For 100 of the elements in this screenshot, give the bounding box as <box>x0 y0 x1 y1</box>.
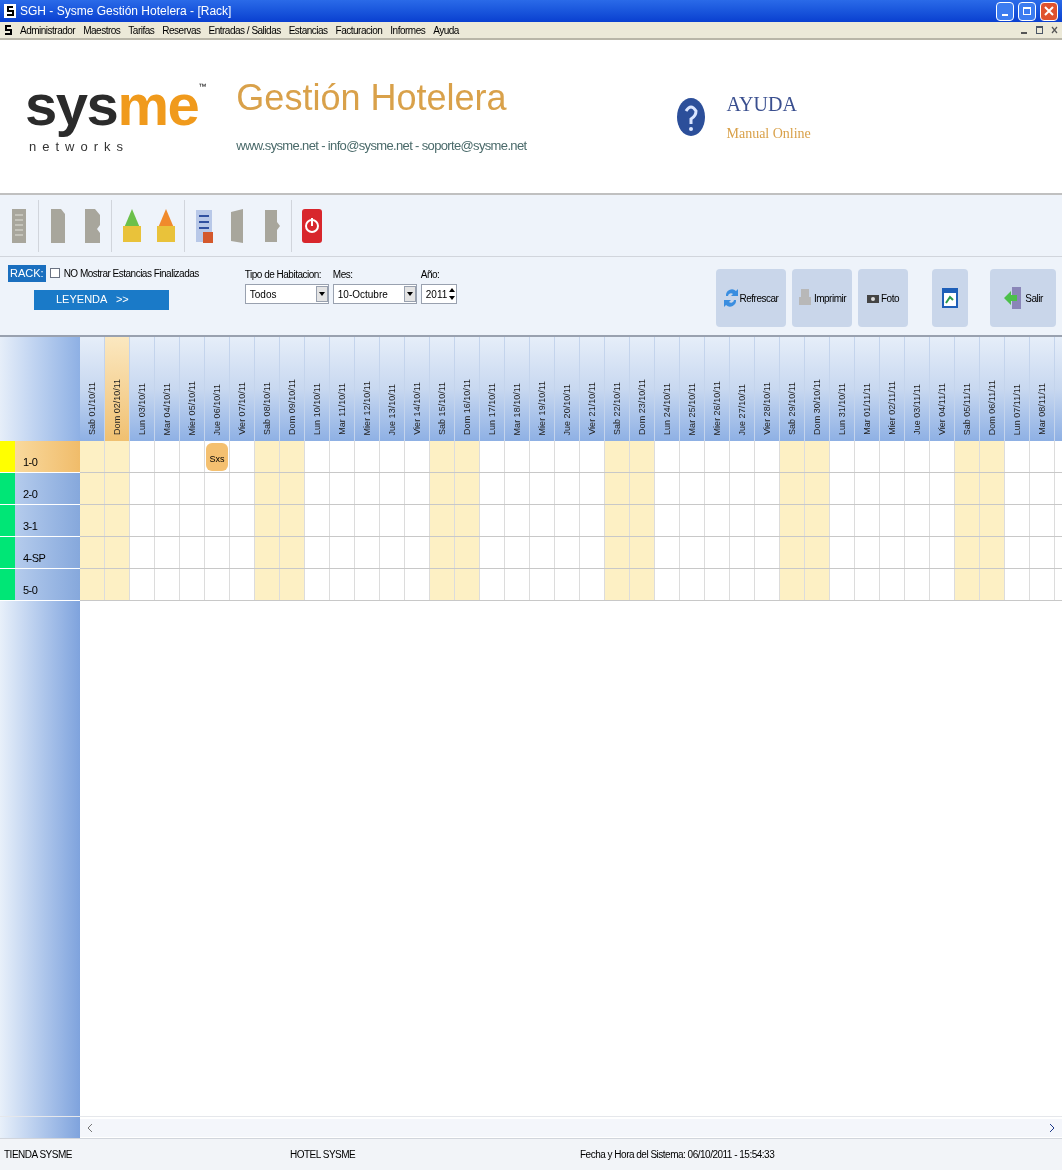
menu-item[interactable]: Reservas <box>162 22 201 38</box>
grid-cell[interactable] <box>605 505 630 536</box>
date-header[interactable]: Jue 27/10/11 <box>730 337 755 441</box>
calendar-button[interactable] <box>932 269 968 327</box>
menu-item[interactable]: Maestros <box>83 22 121 38</box>
help-title[interactable]: AYUDA <box>726 89 811 119</box>
date-header[interactable]: Vier 28/10/11 <box>755 337 780 441</box>
grid-cell[interactable] <box>630 505 655 536</box>
checkbox[interactable] <box>49 268 60 279</box>
date-header[interactable]: Jue 20/10/11 <box>555 337 580 441</box>
grid-cell[interactable] <box>280 473 305 504</box>
grid-cell[interactable] <box>955 537 980 568</box>
date-header[interactable]: Dom 23/10/11 <box>630 337 655 441</box>
grid-cell[interactable] <box>805 505 830 536</box>
grid-cell[interactable] <box>780 569 805 600</box>
date-header[interactable]: Jue 06/10/11 <box>205 337 230 441</box>
grid-cell[interactable] <box>955 441 980 472</box>
date-header[interactable]: Sab 15/10/11 <box>430 337 455 441</box>
menu-item[interactable]: Facturacion <box>335 22 383 38</box>
menu-item[interactable]: Entradas / Salidas <box>208 22 281 38</box>
date-header[interactable]: Sab 22/10/11 <box>605 337 630 441</box>
grid-cell[interactable] <box>105 473 130 504</box>
grid-cell[interactable] <box>255 473 280 504</box>
date-header[interactable]: Mar 11/10/11 <box>330 337 355 441</box>
grid-cell[interactable] <box>430 473 455 504</box>
room-header[interactable]: 4-SP <box>0 537 80 569</box>
date-header[interactable]: Mier 02/11/11 <box>880 337 905 441</box>
grid-cell[interactable] <box>630 441 655 472</box>
dropdown-arrow-icon[interactable] <box>318 292 325 296</box>
date-header[interactable]: Dom 30/10/11 <box>805 337 830 441</box>
scroll-left-icon[interactable] <box>88 1123 93 1132</box>
grid-cell[interactable] <box>280 441 305 472</box>
grid-cell[interactable] <box>280 505 305 536</box>
date-header[interactable]: Vier 07/10/11 <box>230 337 255 441</box>
restore-button[interactable] <box>1036 26 1043 34</box>
grid-cell[interactable] <box>80 569 105 600</box>
grid-cell[interactable] <box>980 505 1005 536</box>
grid-cell[interactable] <box>455 473 480 504</box>
grid-cell[interactable] <box>605 473 630 504</box>
date-header[interactable]: Mar 08/11/11 <box>1030 337 1055 441</box>
date-header[interactable]: Sab 01/10/11 <box>80 337 105 441</box>
menu-item[interactable]: Estancias <box>288 22 328 38</box>
date-header[interactable]: Lun 07/11/11 <box>1005 337 1030 441</box>
date-header[interactable]: Mar 18/10/11 <box>505 337 530 441</box>
app-menu-icon[interactable] <box>4 24 12 36</box>
room-header[interactable]: 1-0 <box>0 441 80 473</box>
date-header[interactable]: Lun 31/10/11 <box>830 337 855 441</box>
horizontal-scrollbar[interactable] <box>80 1118 1062 1137</box>
grid-cell[interactable] <box>955 505 980 536</box>
menu-item[interactable]: Administrador <box>20 22 76 38</box>
booking-block[interactable]: Sxs <box>206 442 228 471</box>
grid-cell[interactable] <box>630 537 655 568</box>
grid-cell[interactable] <box>80 537 105 568</box>
grid-cell[interactable] <box>605 441 630 472</box>
grid-cell[interactable] <box>780 441 805 472</box>
photo-button[interactable]: Foto <box>858 269 908 327</box>
grid-cell[interactable] <box>605 537 630 568</box>
grid-cell[interactable] <box>630 569 655 600</box>
date-header[interactable]: Vier 21/10/11 <box>580 337 605 441</box>
date-header[interactable]: Dom 06/11/11 <box>980 337 1005 441</box>
grid-cell[interactable] <box>255 505 280 536</box>
date-header[interactable]: Mar 25/10/11 <box>680 337 705 441</box>
legend-button[interactable]: LEYENDA >> <box>34 289 169 310</box>
grid-cell[interactable] <box>255 441 280 472</box>
grid-cell[interactable] <box>805 569 830 600</box>
scroll-right-icon[interactable] <box>1049 1123 1054 1132</box>
close-icon[interactable] <box>1051 26 1058 34</box>
grid-cell[interactable] <box>455 441 480 472</box>
room-header[interactable]: 5-0 <box>0 569 80 601</box>
close-button[interactable] <box>1040 1 1058 21</box>
date-header[interactable]: Lun 10/10/11 <box>305 337 330 441</box>
menu-item[interactable]: Ayuda <box>433 22 459 38</box>
dropdown-arrow-icon[interactable] <box>406 292 413 296</box>
grid-cell[interactable] <box>280 569 305 600</box>
print-button[interactable]: Imprimir <box>792 269 852 327</box>
date-header[interactable]: Dom 16/10/11 <box>455 337 480 441</box>
date-header[interactable]: Vier 14/10/11 <box>405 337 430 441</box>
date-header[interactable]: Vier 04/11/11 <box>930 337 955 441</box>
exit-button[interactable]: Salir <box>990 269 1056 327</box>
date-header[interactable]: Sab 08/10/11 <box>255 337 280 441</box>
spin-down-icon[interactable] <box>448 296 455 300</box>
room-header[interactable]: 3-1 <box>0 505 80 537</box>
date-header[interactable]: Lun 03/10/11 <box>130 337 155 441</box>
date-header[interactable]: Mier 12/10/11 <box>355 337 380 441</box>
help-icon[interactable] <box>676 96 707 137</box>
date-header[interactable]: Sab 05/11/11 <box>955 337 980 441</box>
date-header[interactable]: Sab 29/10/11 <box>780 337 805 441</box>
grid-cell[interactable] <box>430 569 455 600</box>
grid-cell[interactable] <box>955 473 980 504</box>
grid-cell[interactable] <box>430 441 455 472</box>
grid-cell[interactable] <box>980 473 1005 504</box>
date-header[interactable]: Dom 02/10/11 <box>105 337 130 441</box>
maximize-button[interactable] <box>1018 1 1036 21</box>
date-header[interactable]: Lun 24/10/11 <box>655 337 680 441</box>
grid-cell[interactable] <box>105 569 130 600</box>
grid-cell[interactable] <box>455 569 480 600</box>
grid-cell[interactable] <box>430 505 455 536</box>
date-header[interactable]: Dom 09/10/11 <box>280 337 305 441</box>
dropdown[interactable]: Todos <box>244 284 329 304</box>
date-header[interactable]: Mar 04/10/11 <box>155 337 180 441</box>
